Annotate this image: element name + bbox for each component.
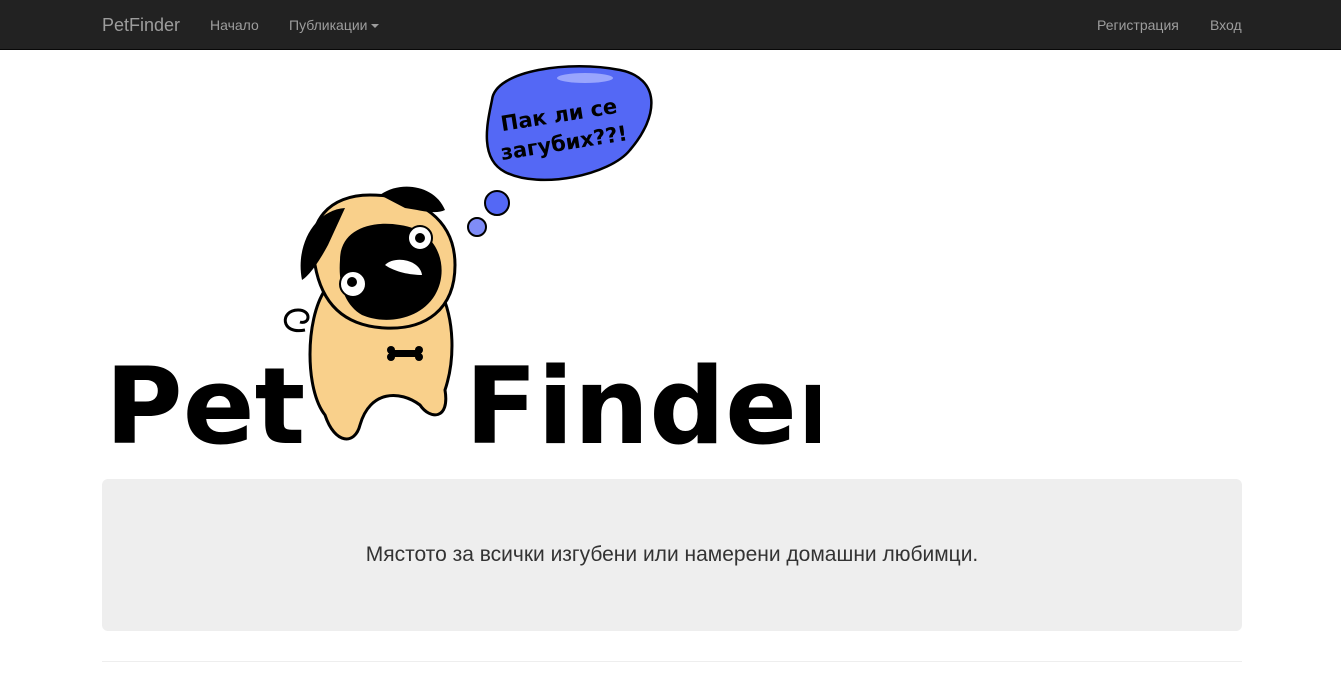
brand-link[interactable]: PetFinder — [102, 14, 180, 36]
nav-register[interactable]: Регистрация — [1097, 16, 1179, 34]
caret-down-icon — [371, 24, 380, 29]
petfinder-logo: Пак ли се загубих??! Pet Finder — [105, 65, 820, 460]
jumbotron: Мястото за всички изгубени или намерени … — [102, 479, 1242, 631]
top-navbar: PetFinder Начало Публикации Регистрация … — [0, 0, 1341, 50]
pug-illustration — [283, 186, 457, 441]
bubble-dot-large — [484, 190, 510, 216]
bubble-dot-small — [467, 217, 487, 237]
nav-home[interactable]: Начало — [210, 16, 259, 34]
logo-word-pet: Pet — [105, 345, 305, 460]
nav-publications-label: Публикации — [289, 17, 368, 33]
footer-divider — [102, 661, 1242, 662]
nav-publications-dropdown[interactable]: Публикации — [289, 16, 380, 34]
logo-word-finder: Finder — [465, 345, 820, 460]
thought-bubble: Пак ли се загубих??! — [485, 65, 653, 182]
tagline: Мястото за всички изгубени или намерени … — [365, 543, 979, 566]
nav-login[interactable]: Вход — [1210, 16, 1242, 34]
